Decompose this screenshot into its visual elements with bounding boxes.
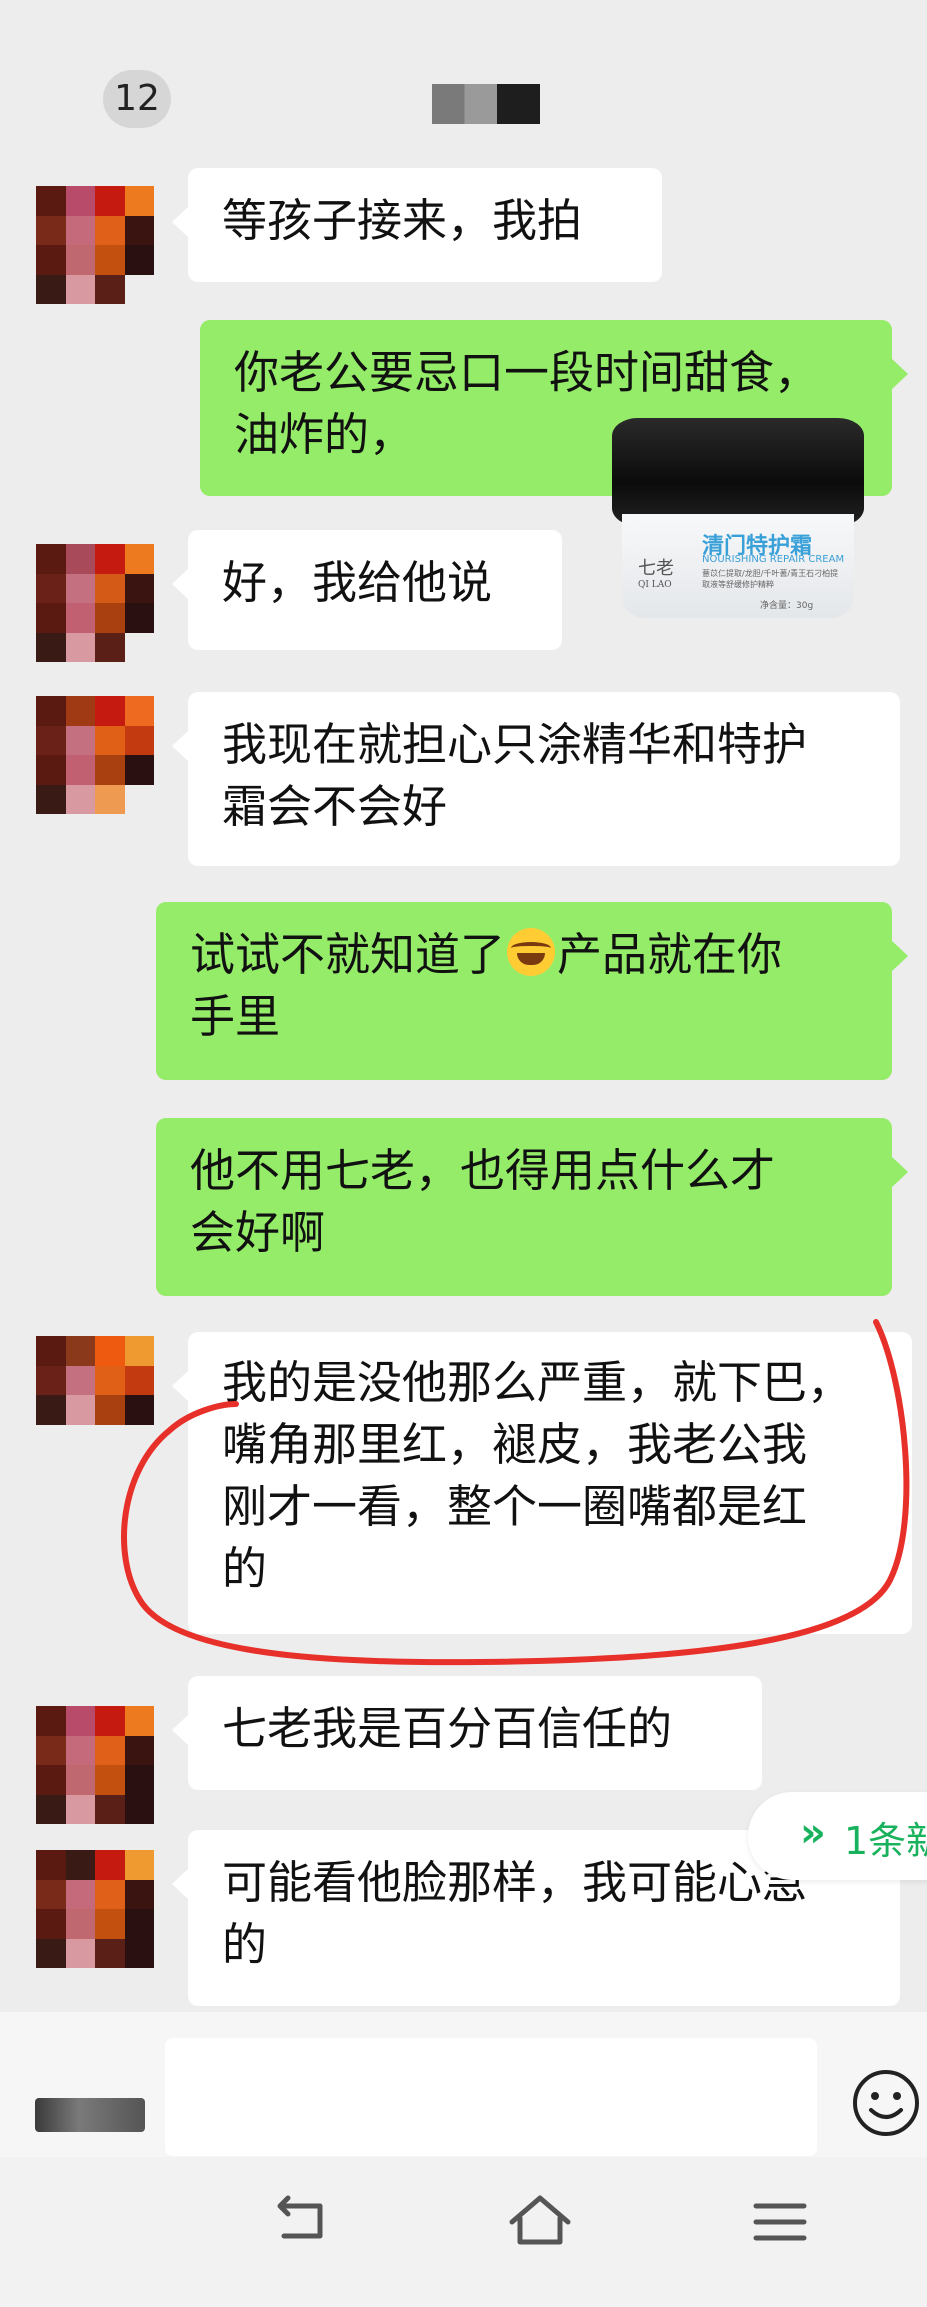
message-text: 七老我是百分百信任的 <box>222 1702 673 1755</box>
new-message-label: 1条新 <box>844 1819 927 1863</box>
new-message-pill[interactable]: » 1条新 <box>748 1792 927 1880</box>
home-icon[interactable] <box>500 2182 580 2262</box>
message-input[interactable] <box>165 2038 817 2156</box>
red-annotation-loop <box>121 1319 910 1666</box>
avatar[interactable] <box>36 1706 154 1824</box>
menu-icon[interactable] <box>740 2182 820 2262</box>
avatar[interactable] <box>36 1850 154 1968</box>
back-icon[interactable] <box>262 2182 342 2262</box>
voice-toggle-icon[interactable] <box>35 2098 145 2132</box>
message-line: 的 <box>222 1918 268 1971</box>
double-chevron-down-icon: » <box>800 1810 826 1856</box>
smiley-icon[interactable] <box>851 2068 921 2138</box>
